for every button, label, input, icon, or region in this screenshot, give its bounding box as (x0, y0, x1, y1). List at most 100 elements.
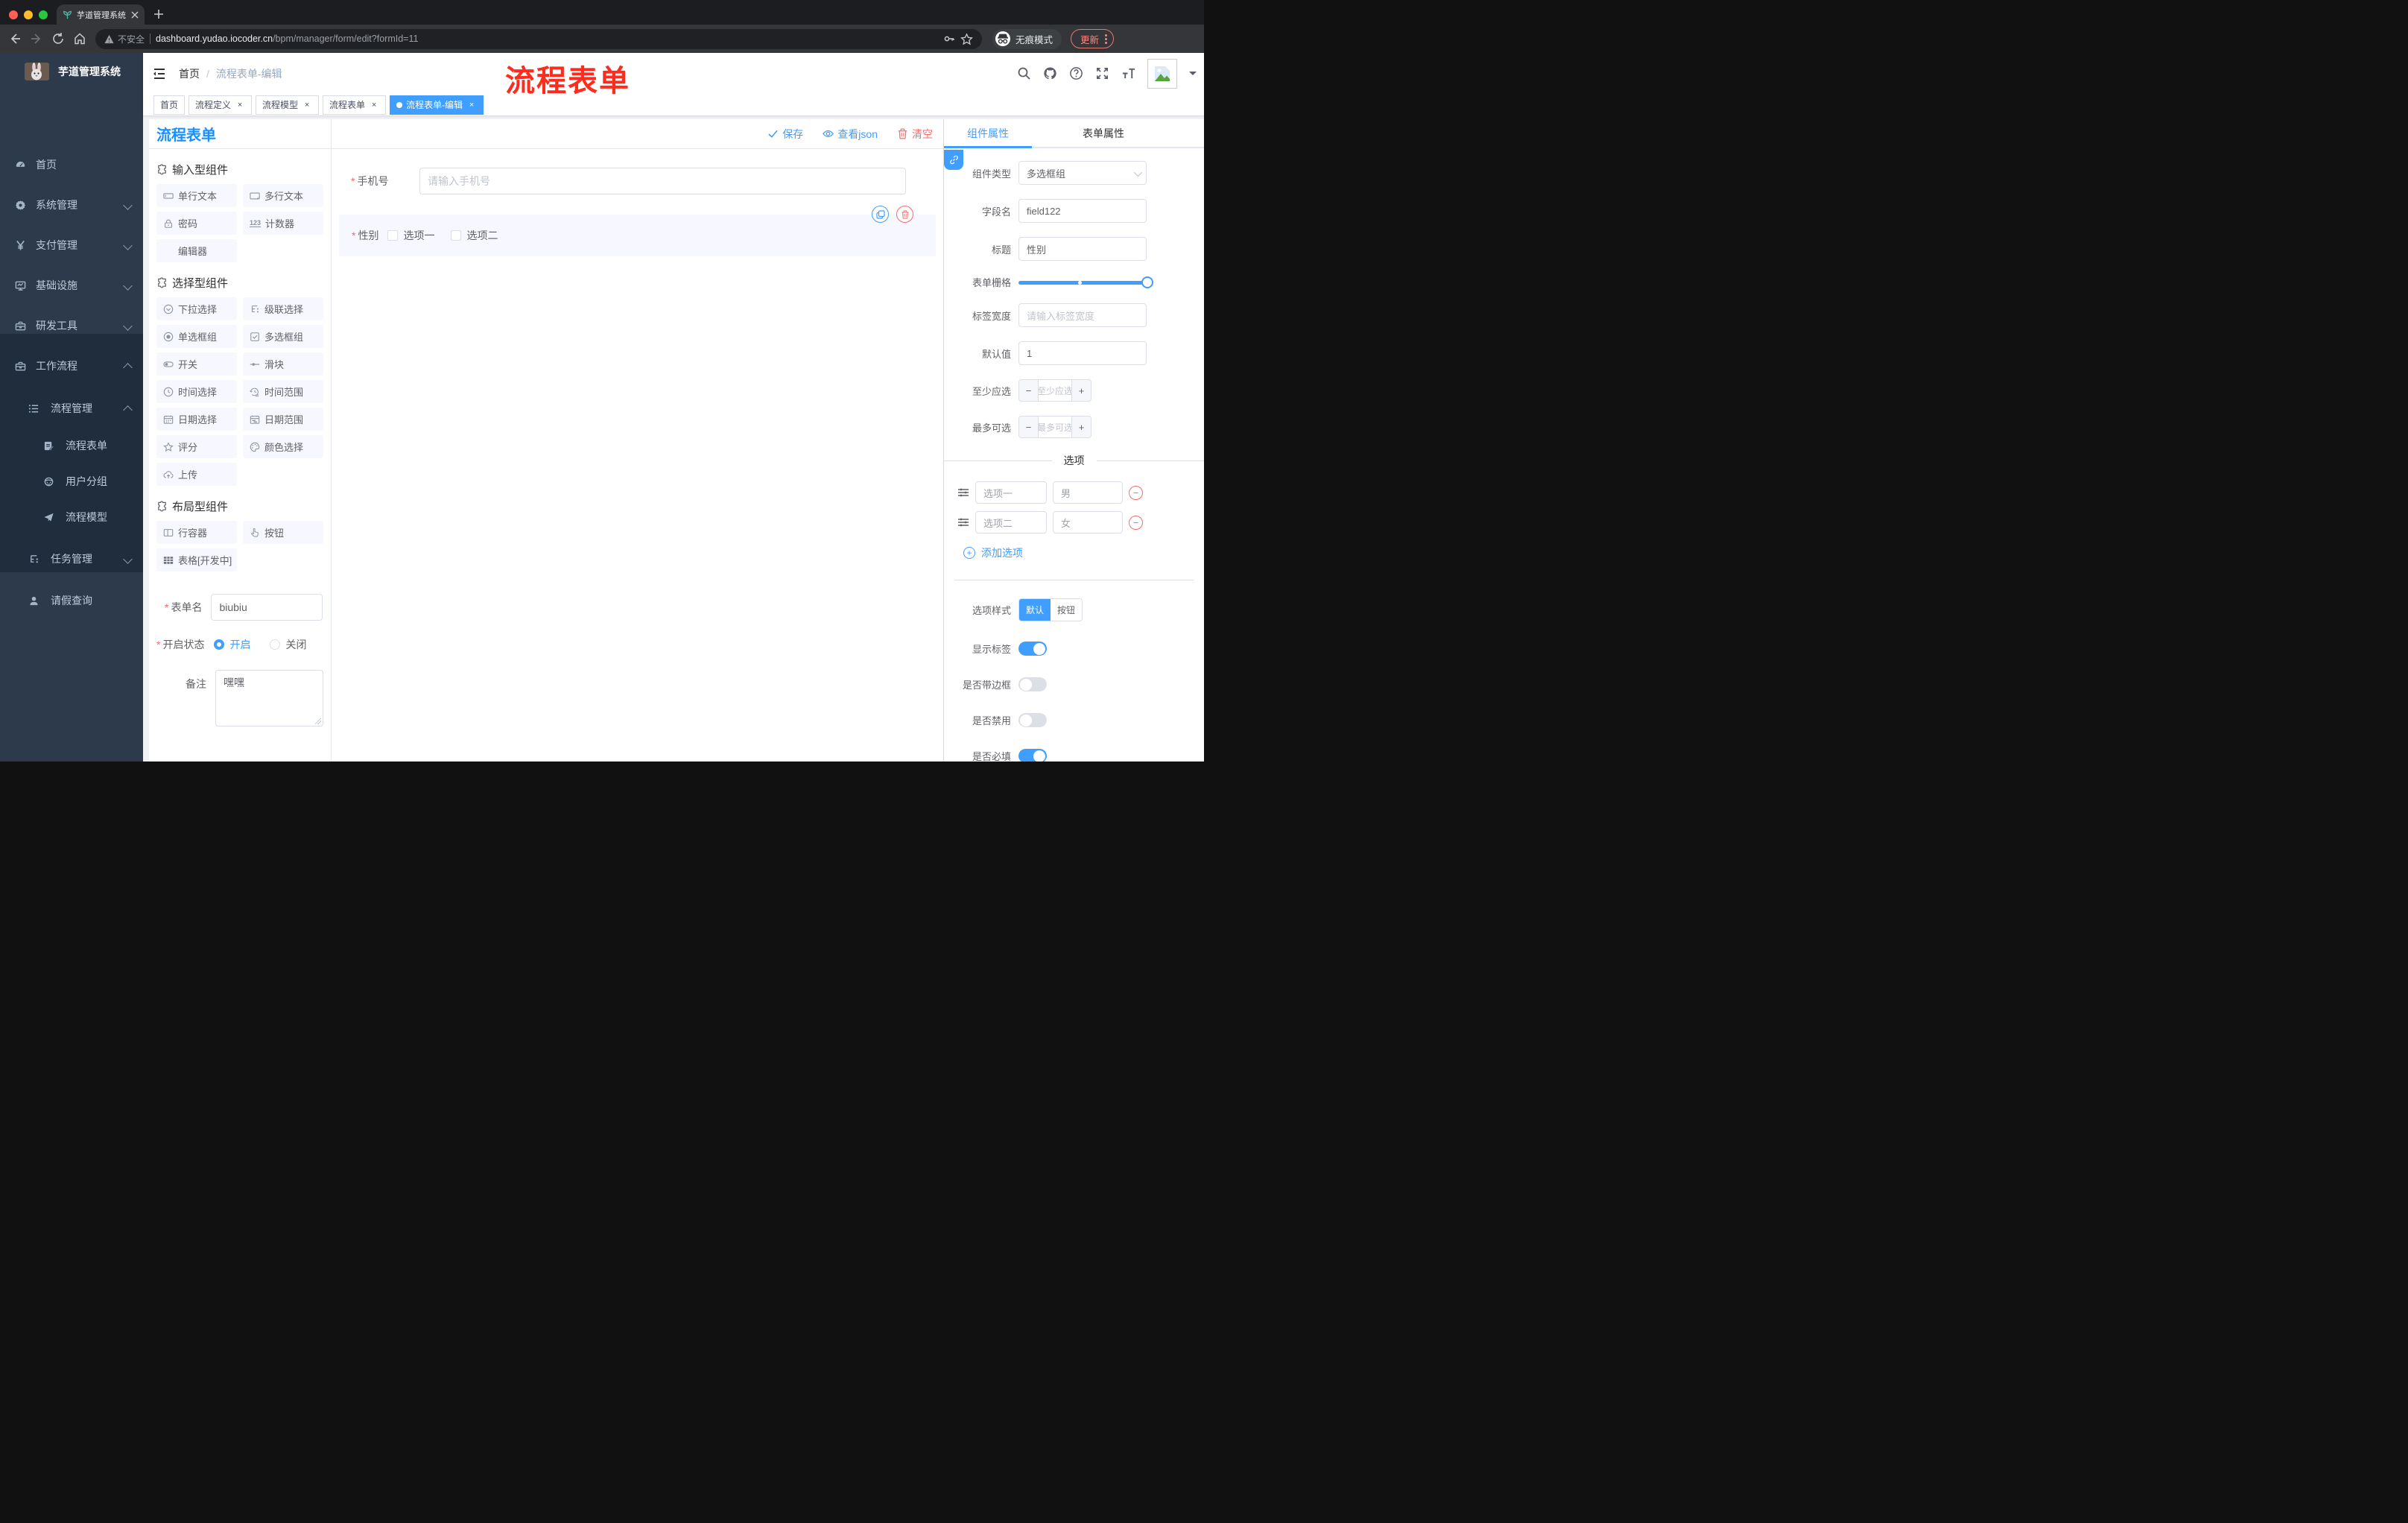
drag-handle-icon[interactable] (957, 516, 969, 528)
clear-button[interactable]: 清空 (897, 127, 933, 142)
palette-item-color-picker[interactable]: 颜色选择 (243, 435, 323, 458)
browser-tab[interactable]: 芋道管理系统 (57, 4, 145, 25)
canvas-field-gender-selected[interactable]: * 性别 选项一 选项二 (339, 206, 936, 256)
sidebar-item-process-form[interactable]: 流程表单 (0, 435, 143, 456)
window-zoom-button[interactable] (39, 10, 48, 19)
style-default-button[interactable]: 默认 (1019, 599, 1051, 621)
stepper-minus-button[interactable]: − (1019, 380, 1039, 401)
gender-option-2[interactable]: 选项二 (451, 228, 498, 243)
palette-item-table[interactable]: 表格[开发中] (156, 548, 237, 571)
style-button-button[interactable]: 按钮 (1051, 599, 1082, 621)
option-name-input[interactable]: 选项一 (975, 481, 1047, 504)
palette-item-single-text[interactable]: 单行文本 (156, 184, 237, 207)
browser-menu-icon[interactable] (1105, 34, 1108, 44)
add-option-button[interactable]: + 添加选项 (963, 545, 1204, 560)
palette-item-slider[interactable]: 滑块 (243, 352, 323, 376)
delete-component-button[interactable] (896, 206, 913, 223)
tag-process-form-edit[interactable]: 流程表单-编辑 × (390, 95, 484, 115)
url-bar[interactable]: 不安全 dashboard.yudao.iocoder.cn/bpm/manag… (95, 28, 982, 49)
checkbox-icon[interactable] (451, 230, 462, 241)
canvas-field-phone[interactable]: * 手机号 请输入手机号 (339, 168, 936, 194)
sidebar-item-devtools[interactable]: 研发工具 (0, 315, 143, 336)
remove-option-button[interactable]: − (1129, 515, 1143, 530)
field-name-input[interactable]: field122 (1018, 199, 1147, 223)
disabled-switch[interactable] (1018, 713, 1047, 727)
bookmark-star-icon[interactable] (960, 32, 973, 45)
sidebar-logo-row[interactable]: 芋道管理系统 (0, 57, 143, 86)
label-width-input[interactable]: 请输入标签宽度 (1018, 303, 1147, 327)
font-size-icon[interactable] (1121, 66, 1135, 80)
tag-close-icon[interactable]: × (369, 100, 379, 110)
palette-item-upload[interactable]: 上传 (156, 463, 237, 486)
palette-item-checkbox-group[interactable]: 多选框组 (243, 325, 323, 348)
max-select-stepper[interactable]: − 最多可选 + (1018, 416, 1091, 438)
title-input[interactable]: 性别 (1018, 237, 1147, 261)
remove-option-button[interactable]: − (1129, 485, 1143, 500)
not-secure-chip[interactable]: 不安全 (104, 33, 145, 45)
sidebar-item-process-model[interactable]: 流程模型 (0, 507, 143, 528)
update-button[interactable]: 更新 (1071, 29, 1115, 48)
palette-item-select[interactable]: 下拉选择 (156, 297, 237, 320)
doc-link-button[interactable] (944, 150, 963, 170)
form-grid-slider[interactable] (1018, 276, 1153, 288)
border-switch[interactable] (1018, 677, 1047, 691)
palette-item-editor[interactable]: 编辑器 (156, 239, 237, 262)
default-value-input[interactable]: 1 (1018, 341, 1147, 365)
sidebar-item-infrastructure[interactable]: 基础设施 (0, 275, 143, 296)
fullscreen-icon[interactable] (1095, 66, 1109, 80)
tag-home[interactable]: 首页 (153, 95, 186, 115)
checkbox-icon[interactable] (387, 230, 399, 241)
tag-close-icon[interactable]: × (235, 100, 245, 110)
save-button[interactable]: 保存 (767, 127, 803, 142)
new-tab-button[interactable] (152, 7, 165, 21)
min-select-stepper[interactable]: − 至少应选 + (1018, 379, 1091, 402)
tag-close-icon[interactable]: × (302, 100, 312, 110)
breadcrumb-home[interactable]: 首页 (179, 66, 200, 81)
stepper-minus-button[interactable]: − (1019, 417, 1039, 437)
sidebar-collapse-icon[interactable] (152, 66, 167, 81)
window-minimize-button[interactable] (24, 10, 33, 19)
option-value-input[interactable]: 男 (1053, 481, 1123, 504)
remark-textarea[interactable]: 嘿嘿 (215, 670, 323, 726)
tab-form-props[interactable]: 表单属性 (1032, 119, 1204, 147)
tag-process-definition[interactable]: 流程定义 × (188, 95, 253, 115)
show-label-switch[interactable] (1018, 642, 1047, 656)
palette-item-radio-group[interactable]: 单选框组 (156, 325, 237, 348)
url-text[interactable]: dashboard.yudao.iocoder.cn/bpm/manager/f… (156, 34, 938, 44)
sidebar-item-process-mgmt[interactable]: 流程管理 (0, 398, 143, 419)
slider-handle[interactable] (1141, 276, 1153, 288)
view-json-button[interactable]: 查看json (823, 127, 878, 142)
gender-option-1[interactable]: 选项一 (387, 228, 434, 243)
palette-item-time-range[interactable]: 时间范围 (243, 380, 323, 403)
avatar-caret-icon[interactable] (1189, 72, 1197, 79)
palette-item-button[interactable]: 按钮 (243, 521, 323, 544)
status-radio-off[interactable]: 关闭 (270, 637, 306, 652)
palette-item-time-picker[interactable]: 时间选择 (156, 380, 237, 403)
palette-item-date-range[interactable]: 日期范围 (243, 408, 323, 431)
palette-item-date-picker[interactable]: 日期选择 (156, 408, 237, 431)
status-radio-on[interactable]: 开启 (214, 637, 250, 652)
sidebar-item-leave-query[interactable]: 请假查询 (0, 590, 143, 611)
stepper-plus-button[interactable]: + (1071, 380, 1091, 401)
tag-process-form[interactable]: 流程表单 × (323, 95, 387, 115)
reload-icon[interactable] (51, 32, 65, 45)
sidebar-item-home[interactable]: 首页 (0, 154, 143, 175)
sidebar-item-task-mgmt[interactable]: 任务管理 (0, 548, 143, 569)
required-switch[interactable] (1018, 749, 1047, 762)
palette-item-cascader[interactable]: 级联选择 (243, 297, 323, 320)
drag-handle-icon[interactable] (957, 487, 969, 498)
tag-close-icon[interactable]: × (466, 100, 477, 110)
tab-close-icon[interactable] (131, 11, 139, 19)
palette-item-switch[interactable]: 开关 (156, 352, 237, 376)
sidebar-item-user-group[interactable]: 用户分组 (0, 471, 143, 492)
palette-item-rate[interactable]: 评分 (156, 435, 237, 458)
forward-icon[interactable] (30, 32, 43, 45)
sidebar-item-payment[interactable]: 支付管理 (0, 235, 143, 256)
help-icon[interactable] (1069, 66, 1083, 80)
github-icon[interactable] (1043, 66, 1057, 80)
tab-component-props[interactable]: 组件属性 (944, 119, 1032, 148)
key-icon[interactable] (943, 33, 955, 45)
stepper-plus-button[interactable]: + (1071, 417, 1091, 437)
window-close-button[interactable] (9, 10, 18, 19)
palette-item-counter[interactable]: 123 计数器 (243, 212, 323, 235)
